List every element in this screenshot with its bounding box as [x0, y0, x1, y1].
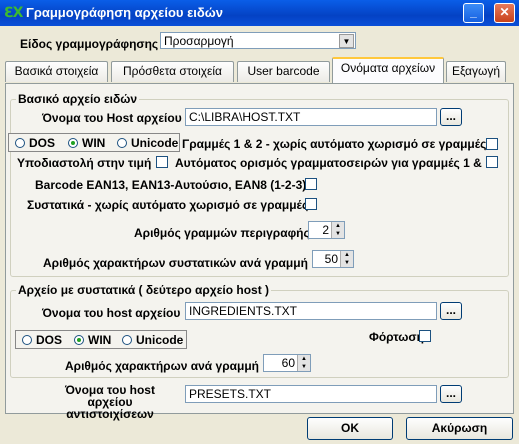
minimize-icon: _ — [470, 5, 477, 19]
desc-lines-spinner[interactable]: 2 ▲ ▼ — [308, 221, 345, 239]
ingr-chars-spinner[interactable]: 50 ▲ ▼ — [312, 250, 354, 268]
spin-up-icon[interactable]: ▲ — [340, 251, 353, 259]
radio-dos[interactable]: DOS — [15, 136, 55, 150]
lines12-label: Γραμμές 1 & 2 - χωρίς αυτόματο χωρισμό σ… — [182, 137, 487, 151]
title-bar[interactable]: ℇX Γραμμογράφηση αρχείου ειδών _ ✕ — [0, 0, 519, 26]
type-select[interactable]: Προσαρμογή ▼ — [160, 32, 356, 49]
ingr-radio-win[interactable]: WIN — [74, 333, 111, 347]
window-title: Γραμμογράφηση αρχείου ειδών — [26, 5, 223, 20]
radio-unicode[interactable]: Unicode — [117, 136, 178, 150]
radio-unicode-icon — [122, 335, 132, 345]
ingr-chars-value: 50 — [324, 252, 338, 266]
tab-additional[interactable]: Πρόσθετα στοιχεία — [111, 61, 234, 82]
radio-win-icon — [68, 138, 78, 148]
ingr-line-chars-label: Αριθμός χαρακτήρων ανά γραμμή — [65, 359, 260, 373]
browse-ingredients-button[interactable]: ... — [440, 302, 462, 320]
tab-user-barcode[interactable]: User barcode — [237, 61, 330, 82]
ingr-chars-label: Αριθμός χαρακτήρων συστατικών ανά γραμμή — [43, 256, 308, 270]
radio-win[interactable]: WIN — [68, 136, 105, 150]
ingredients-nosplit-label: Συστατικά - χωρίς αυτόματο χωρισμό σε γρ… — [27, 198, 309, 212]
host-file-input[interactable]: C:\LIBRA\HOST.TXT — [185, 108, 437, 126]
app-icon: ℇX — [4, 5, 24, 21]
chevron-down-icon[interactable]: ▼ — [339, 34, 354, 48]
ingr-radio-dos[interactable]: DOS — [22, 333, 62, 347]
tab-bar: Βασικά στοιχεία Πρόσθετα στοιχεία User b… — [5, 56, 514, 84]
decimal-label: Υποδιαστολή στην τιμή — [17, 156, 152, 170]
tab-panel: Βασικό αρχείο ειδών Όνομα του Host αρχεί… — [5, 83, 514, 420]
spin-down-icon[interactable]: ▼ — [297, 363, 310, 371]
spin-down-icon[interactable]: ▼ — [331, 230, 344, 238]
type-label: Είδος γραμμογράφησης — [20, 37, 159, 51]
spin-down-icon[interactable]: ▼ — [340, 259, 353, 267]
ingredients-file-legend: Αρχείο με συστατικά ( δεύτερο αρχείο hos… — [16, 283, 272, 297]
load-label: Φόρτωση — [369, 330, 424, 344]
spin-up-icon[interactable]: ▲ — [331, 222, 344, 230]
ingredients-nosplit-checkbox[interactable] — [305, 198, 317, 210]
radio-dos-icon — [15, 138, 25, 148]
host-file-label: Όνομα του Host αρχείου — [42, 111, 182, 125]
minimize-button[interactable]: _ — [463, 3, 484, 23]
ok-button[interactable]: OK — [307, 417, 393, 440]
barcode-checkbox[interactable] — [305, 178, 317, 190]
cancel-button[interactable]: Ακύρωση — [406, 417, 513, 440]
desc-lines-value: 2 — [322, 223, 329, 237]
autofont-checkbox[interactable] — [486, 156, 498, 168]
browse-presets-button[interactable]: ... — [440, 385, 462, 403]
autofont-label: Αυτόματος ορισμός γραμματοσειρών για γρα… — [175, 156, 485, 170]
desc-lines-label: Αριθμός γραμμών περιγραφής — [134, 226, 310, 240]
ingredients-host-input[interactable]: INGREDIENTS.TXT — [185, 302, 437, 320]
tab-export[interactable]: Εξαγωγή — [446, 61, 506, 82]
browse-host-button[interactable]: ... — [440, 108, 462, 126]
load-checkbox[interactable] — [419, 330, 431, 342]
spin-up-icon[interactable]: ▲ — [297, 355, 310, 363]
ingr-radio-unicode[interactable]: Unicode — [122, 333, 183, 347]
radio-dos-icon — [22, 335, 32, 345]
tab-file-names[interactable]: Ονόματα αρχείων — [332, 57, 444, 83]
ingredients-host-label: Όνομα του host αρχείου — [42, 306, 181, 320]
close-icon: ✕ — [499, 5, 510, 19]
presets-input[interactable]: PRESETS.TXT — [185, 385, 437, 403]
lines12-checkbox[interactable] — [486, 138, 498, 150]
decimal-checkbox[interactable] — [156, 156, 168, 168]
dialog-window: ℇX Γραμμογράφηση αρχείου ειδών _ ✕ Είδος… — [0, 0, 519, 444]
type-select-value: Προσαρμογή — [164, 34, 234, 48]
basic-file-legend: Βασικό αρχείο ειδών — [16, 92, 140, 106]
presets-label: Όνομα του host αρχείου αντιστοιχίσεων — [65, 383, 155, 421]
tab-basic[interactable]: Βασικά στοιχεία — [5, 61, 108, 82]
ingr-line-chars-spinner[interactable]: 60 ▲ ▼ — [263, 354, 311, 372]
radio-unicode-icon — [117, 138, 127, 148]
radio-win-icon — [74, 335, 84, 345]
ingr-line-chars-value: 60 — [281, 356, 295, 370]
barcode-label: Barcode EAN13, EAN13-Αυτούσιο, EAN8 (1-2… — [35, 178, 307, 192]
close-button[interactable]: ✕ — [494, 3, 515, 23]
